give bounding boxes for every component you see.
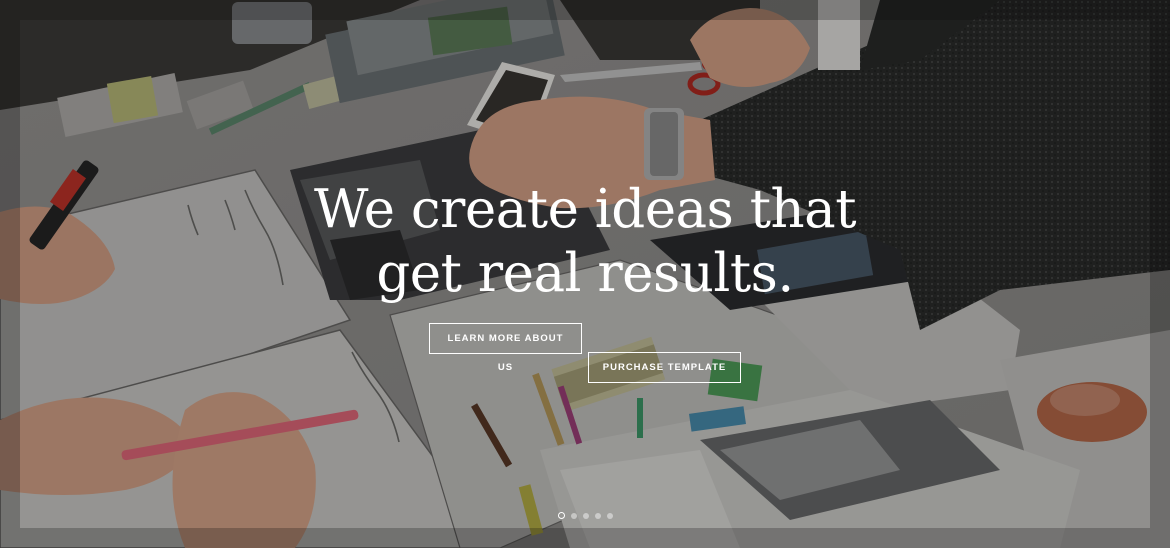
- headline-line-1: We create ideas that: [313, 179, 857, 240]
- learn-more-button[interactable]: LEARN MORE ABOUT US: [429, 323, 582, 373]
- slider-dot-5[interactable]: [606, 512, 613, 519]
- slider-dot-1[interactable]: [557, 512, 565, 519]
- slider-dot-2[interactable]: [570, 512, 577, 519]
- slider-dot-3[interactable]: [582, 512, 589, 519]
- slider-pagination: [0, 512, 1170, 519]
- hero-buttons: LEARN MORE ABOUT US PURCHASE TEMPLATE: [0, 323, 1170, 383]
- slider-dot-4[interactable]: [594, 512, 601, 519]
- hero-slider: We create ideas that get real results. L…: [0, 0, 1170, 548]
- purchase-template-button[interactable]: PURCHASE TEMPLATE: [588, 352, 741, 383]
- headline-line-2: get real results.: [376, 243, 794, 304]
- hero-headline: We create ideas that get real results.: [0, 178, 1170, 306]
